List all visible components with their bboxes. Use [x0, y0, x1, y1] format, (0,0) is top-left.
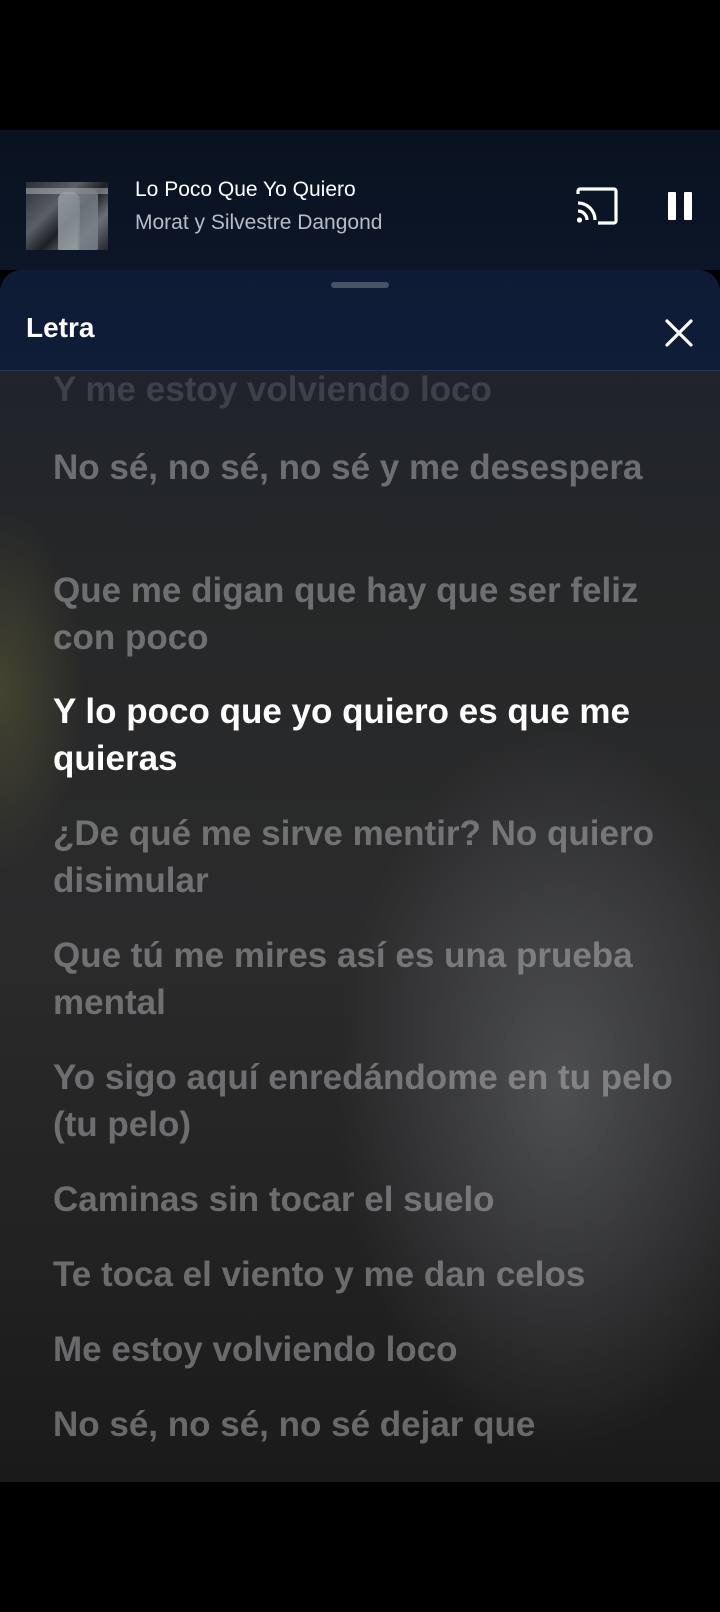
lyric-line[interactable]: Caminas sin tocar el suelo: [53, 1176, 693, 1223]
lyric-line[interactable]: Te toca el viento y me dan celos: [53, 1251, 693, 1298]
lyric-line[interactable]: No sé, no sé, no sé dejar que: [53, 1401, 693, 1448]
close-icon[interactable]: [662, 316, 696, 350]
drag-handle[interactable]: [331, 282, 389, 288]
lyric-line[interactable]: Yo sigo aquí enredándome en tu pelo (tu …: [53, 1054, 693, 1148]
navigation-bar-area: [0, 1482, 720, 1612]
lyric-line[interactable]: Me estoy volviendo loco: [53, 1326, 693, 1373]
mini-player[interactable]: Lo Poco Que Yo Quiero Morat y Silvestre …: [0, 130, 720, 270]
pause-icon[interactable]: [660, 186, 700, 226]
song-title[interactable]: Lo Poco Que Yo Quiero: [135, 178, 356, 202]
song-artist[interactable]: Morat y Silvestre Dangond: [135, 211, 382, 235]
lyric-line[interactable]: Que tú me mires así es una prueba mental: [53, 932, 693, 1026]
lyric-line[interactable]: ¿De qué me sirve mentir? No quiero disim…: [53, 810, 693, 904]
lyric-line[interactable]: Que me digan que hay que ser feliz con p…: [53, 567, 693, 661]
cast-icon[interactable]: [574, 186, 618, 226]
lyric-line-active[interactable]: Y lo poco que yo quiero es que me quiera…: [53, 688, 693, 782]
lyrics-title: Letra: [26, 312, 95, 343]
album-art[interactable]: [26, 182, 108, 250]
lyric-line[interactable]: No sé, no sé, no sé y me desespera: [53, 444, 693, 491]
lyric-line[interactable]: Y me estoy volviendo loco: [53, 366, 693, 413]
lyrics-panel[interactable]: Letra Y me estoy volviendo loco No sé, n…: [0, 270, 720, 1482]
status-bar-area: [0, 0, 720, 130]
lyrics-header: Letra: [0, 270, 720, 371]
